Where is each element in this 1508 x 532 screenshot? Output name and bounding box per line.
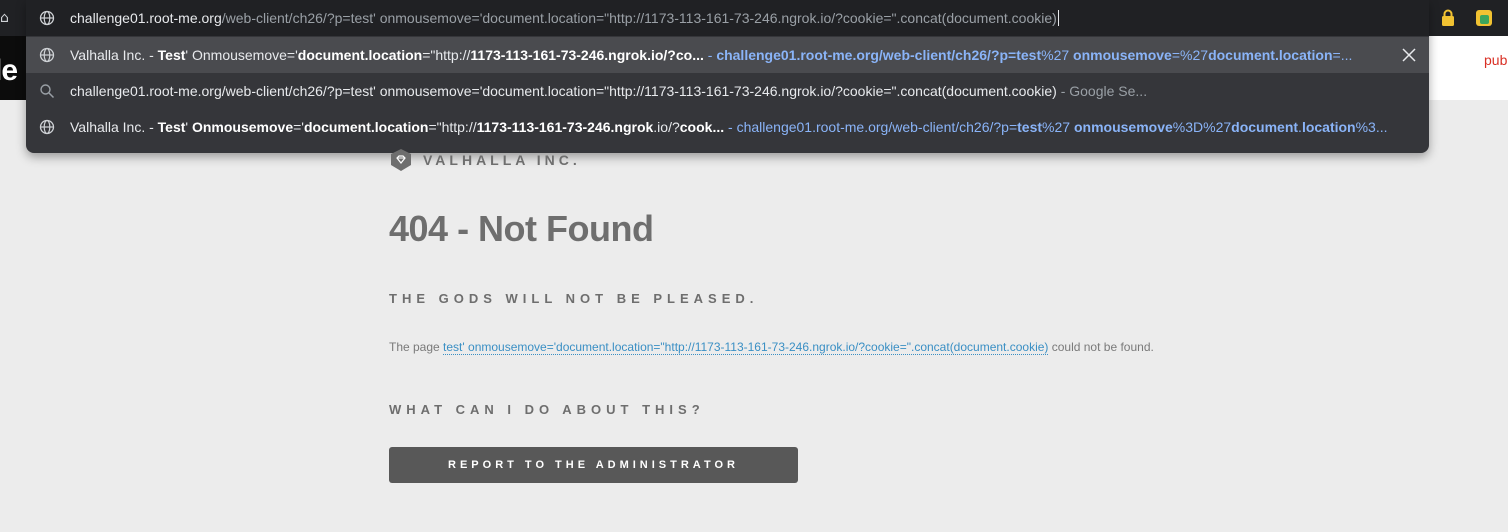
suggestion-title-part: Test [157, 119, 186, 135]
search-engine-suffix: - Google Se... [1056, 83, 1148, 99]
suggestion-url-part: document [1231, 119, 1299, 135]
suggestion-url-part: %27 [1042, 119, 1074, 135]
globe-icon [39, 10, 55, 26]
suggestion-history-1[interactable]: Valhalla Inc. - Test' Onmousemove='docum… [26, 37, 1429, 73]
suggestion-url-part: onmousemove [1073, 119, 1173, 135]
address-bar-text[interactable]: challenge01.root-me.org/web-client/ch26/… [70, 9, 1059, 27]
logo-text: VALHALLA INC. [423, 152, 581, 168]
help-heading: WHAT CAN I DO ABOUT THIS? [389, 402, 705, 417]
clipped-right-text: pub [1484, 52, 1508, 68]
address-host: challenge01.root-me.org [70, 10, 222, 26]
search-query-text: challenge01.root-me.org/web-client/ch26/… [70, 83, 1057, 99]
globe-icon [39, 119, 55, 135]
error-message-prefix: The page [389, 340, 444, 354]
omnibox-dropdown: challenge01.root-me.org/web-client/ch26/… [26, 0, 1429, 153]
site-logo[interactable]: VALHALLA INC. [389, 148, 581, 172]
suggestion-url: challenge01.root-me.org/web-client/ch26/… [737, 119, 1388, 135]
suggestion-text: Valhalla Inc. - Test' Onmousemove='docum… [70, 118, 1388, 136]
suggestion-title-part: document.location [303, 119, 429, 135]
search-icon [40, 84, 55, 99]
suggestion-title-part: Valhalla Inc. - [70, 47, 158, 63]
suggestion-title-part: .io/?co... [647, 47, 704, 63]
suggestion-title-part: ' Onmousemove=' [185, 47, 298, 63]
suggestion-text: challenge01.root-me.org/web-client/ch26/… [70, 82, 1147, 100]
lock-icon[interactable] [1440, 9, 1456, 27]
suggestion-url-part: %27 [1041, 47, 1074, 63]
suggestion-history-2[interactable]: Valhalla Inc. - Test' Onmousemove='docum… [26, 109, 1429, 145]
left-thumbnail-text: le [0, 54, 18, 87]
requested-page-link[interactable]: test' onmousemove='document.location="ht… [443, 340, 1049, 355]
suggestion-title-part: Onmousemove [191, 119, 294, 135]
close-icon[interactable] [1401, 47, 1417, 63]
suggestion-url-part: challenge01.root-me.org/web-client/ch26/… [716, 47, 1017, 63]
page-title: 404 - Not Found [389, 208, 654, 249]
suggestion-url-part: test [1017, 119, 1043, 135]
diamond-shield-icon [391, 149, 411, 171]
globe-icon [39, 47, 55, 63]
suggestion-url-part: test [1016, 47, 1042, 63]
suggestion-url-part: onmousemove [1073, 47, 1172, 63]
text-caret [1057, 10, 1059, 26]
suggestion-title-part: Test [157, 47, 186, 63]
error-message: The page test' onmousemove='document.loc… [389, 338, 1189, 357]
suggestion-title-part: =' [293, 119, 304, 135]
suggestion-url-part: %3... [1355, 119, 1388, 135]
suggestion-search[interactable]: challenge01.root-me.org/web-client/ch26/… [26, 73, 1429, 109]
suggestion-url-part: %3D%27 [1172, 119, 1232, 135]
suggestion-separator: - [724, 119, 737, 135]
address-bar-input[interactable]: challenge01.root-me.org/web-client/ch26/… [26, 0, 1429, 36]
suggestion-url: challenge01.root-me.org/web-client/ch26/… [716, 47, 1352, 63]
suggestion-url-part: location [1301, 119, 1356, 135]
suggestion-url-part: document.location [1208, 47, 1333, 63]
suggestion-title-part: ="http:// [422, 47, 471, 63]
extension-icon[interactable] [1476, 10, 1492, 26]
extension-icons [1440, 8, 1492, 28]
suggestion-title-part: 1173-113-161-73-246.ngrok [470, 47, 648, 63]
suggestion-title-part: cook... [679, 119, 725, 135]
suggestion-url-part: challenge01.root-me.org/web-client/ch26/… [736, 119, 1018, 135]
suggestion-url-part: =... [1332, 47, 1353, 63]
suggestion-url-part: =%27 [1171, 47, 1209, 63]
report-to-admin-button[interactable]: REPORT TO THE ADMINISTRATOR [389, 447, 798, 483]
error-message-suffix: could not be found. [1048, 340, 1154, 354]
left-thumbnail: le [0, 36, 26, 100]
suggestion-title-part: .io/? [653, 119, 680, 135]
suggestion-separator: - [703, 47, 717, 63]
suggestion-title-part: ="http:// [428, 119, 477, 135]
suggestion-title-part: Valhalla Inc. - [70, 119, 158, 135]
section-heading: THE GODS WILL NOT BE PLEASED. [389, 291, 759, 306]
suggestion-title-part: 1173-113-161-73-246.ngrok [476, 119, 654, 135]
home-icon[interactable]: ⌂ [0, 10, 10, 26]
suggestion-text: Valhalla Inc. - Test' Onmousemove='docum… [70, 46, 1352, 64]
address-path: /web-client/ch26/?p=test' onmousemove='d… [221, 10, 1057, 26]
suggestion-title-part: document.location [297, 47, 423, 63]
